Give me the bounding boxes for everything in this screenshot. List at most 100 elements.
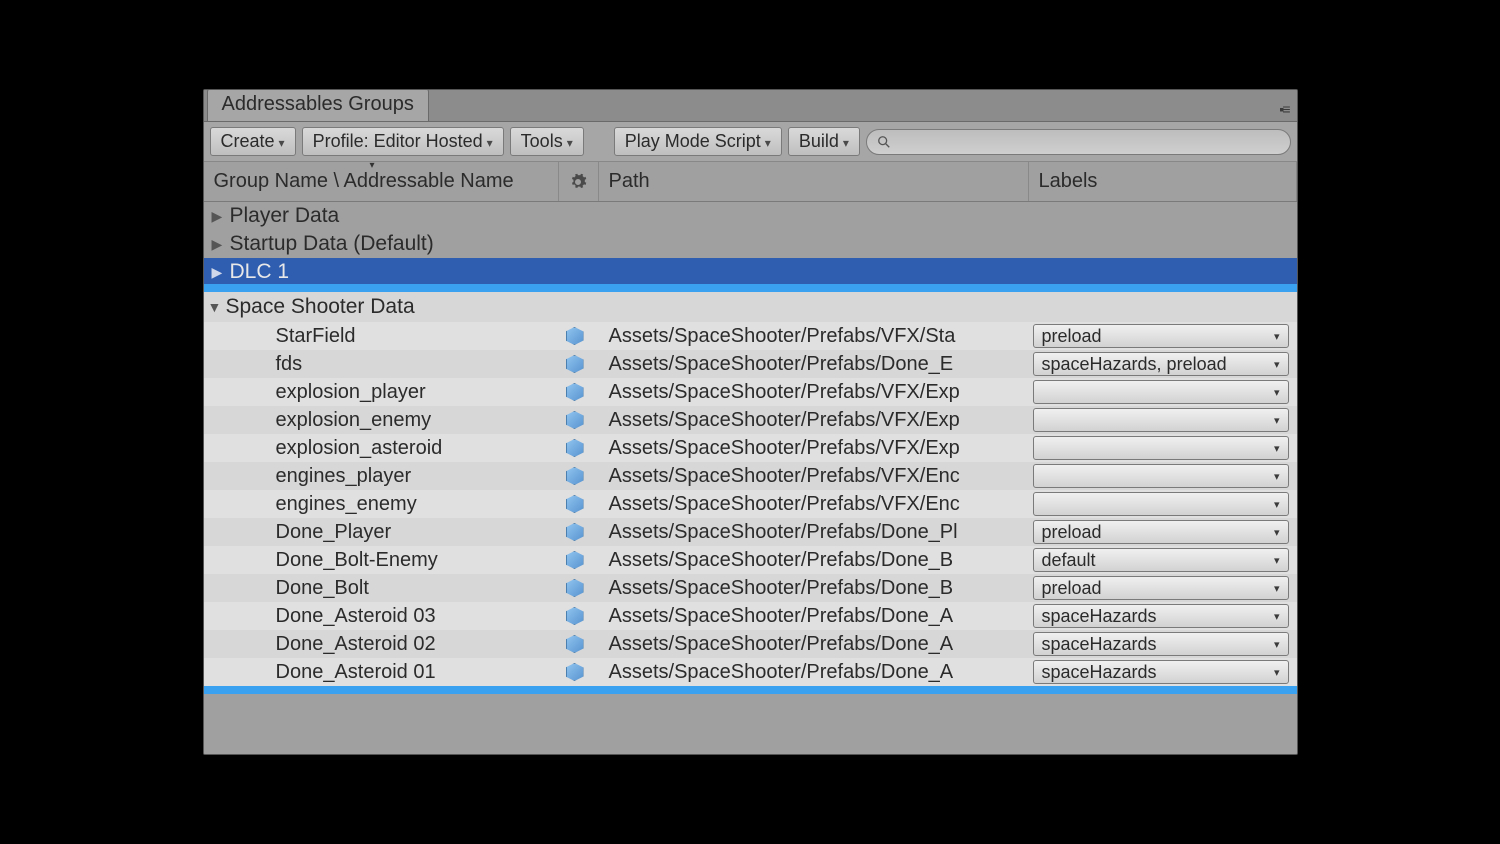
item-name: fds bbox=[203, 353, 555, 376]
prefab-icon bbox=[555, 523, 595, 541]
prefab-icon bbox=[555, 467, 595, 485]
table-row[interactable]: Done_Asteroid 03 Assets/SpaceShooter/Pref… bbox=[203, 602, 1298, 630]
item-name: Done_Asteroid 02 bbox=[203, 633, 555, 656]
item-path: Assets/SpaceShooter/Prefabs/VFX/Enc bbox=[595, 493, 1033, 516]
labels-dropdown[interactable]: preload bbox=[1033, 324, 1289, 348]
tab-addressables-groups[interactable]: Addressables Groups bbox=[207, 89, 429, 121]
tools-label: Tools bbox=[521, 131, 563, 152]
item-path: Assets/SpaceShooter/Prefabs/VFX/Exp bbox=[595, 437, 1033, 460]
playmode-button[interactable]: Play Mode Script bbox=[614, 127, 782, 156]
collapse-icon: ▼ bbox=[208, 299, 222, 315]
labels-dropdown[interactable]: spaceHazards bbox=[1033, 604, 1289, 628]
prefab-icon bbox=[555, 355, 595, 373]
expand-icon: ▶ bbox=[212, 264, 226, 281]
item-path: Assets/SpaceShooter/Prefabs/Done_A bbox=[595, 661, 1033, 684]
table-row[interactable]: Done_Bolt-Enemy Assets/SpaceShooter/Prefa… bbox=[203, 546, 1298, 574]
labels-dropdown[interactable] bbox=[1033, 492, 1289, 516]
table-row[interactable]: Done_Bolt Assets/SpaceShooter/Prefabs/Don… bbox=[203, 574, 1298, 602]
table-row[interactable]: engines_playerAssets/SpaceShooter/Prefab… bbox=[203, 462, 1298, 490]
labels-dropdown[interactable]: preload bbox=[1033, 576, 1289, 600]
item-path: Assets/SpaceShooter/Prefabs/Done_B bbox=[595, 577, 1033, 600]
item-path: Assets/SpaceShooter/Prefabs/Done_E bbox=[595, 353, 1033, 376]
tree: ▶ Player Data ▶ Startup Data (Default) ▶… bbox=[204, 202, 1297, 754]
labels-dropdown[interactable] bbox=[1033, 464, 1289, 488]
create-label: Create bbox=[221, 131, 275, 152]
labels-dropdown[interactable]: default bbox=[1033, 548, 1289, 572]
item-name: Done_Bolt-Enemy bbox=[203, 549, 555, 572]
table-row[interactable]: StarField Assets/SpaceShooter/Prefabs/VFX… bbox=[203, 322, 1298, 350]
group-startup-data[interactable]: ▶ Startup Data (Default) bbox=[204, 230, 1297, 258]
build-label: Build bbox=[799, 131, 839, 152]
table-row[interactable]: fds Assets/SpaceShooter/Prefabs/Done_Espa… bbox=[203, 350, 1298, 378]
playmode-label: Play Mode Script bbox=[625, 131, 761, 152]
table-row[interactable]: engines_enemy Assets/SpaceShooter/Prefabs… bbox=[203, 490, 1298, 518]
item-name: Done_Player bbox=[203, 521, 555, 544]
column-headers: Group Name \ Addressable Name ▾ Path Lab… bbox=[204, 162, 1297, 202]
prefab-icon bbox=[555, 439, 595, 457]
search-input[interactable] bbox=[866, 129, 1291, 155]
tab-bar: Addressables Groups ▪≡ bbox=[204, 90, 1297, 122]
group-label: Space Shooter Data bbox=[226, 295, 415, 319]
item-path: Assets/SpaceShooter/Prefabs/VFX/Exp bbox=[595, 381, 1033, 404]
profile-label: Profile: Editor Hosted bbox=[313, 131, 483, 152]
sort-indicator-icon: ▾ bbox=[370, 160, 375, 171]
prefab-icon bbox=[555, 663, 595, 681]
prefab-icon bbox=[555, 383, 595, 401]
item-name: StarField bbox=[203, 325, 555, 348]
column-icon[interactable] bbox=[559, 162, 599, 201]
labels-dropdown[interactable] bbox=[1033, 408, 1289, 432]
item-name: Done_Bolt bbox=[203, 577, 555, 600]
prefab-icon bbox=[555, 327, 595, 345]
items-list: StarField Assets/SpaceShooter/Prefabs/VFX… bbox=[203, 322, 1298, 686]
item-name: Done_Asteroid 01 bbox=[203, 661, 555, 684]
group-dlc1[interactable]: ▶ DLC 1 bbox=[204, 258, 1297, 286]
group-player-data[interactable]: ▶ Player Data bbox=[204, 202, 1297, 230]
labels-dropdown[interactable]: spaceHazards, preload bbox=[1033, 352, 1289, 376]
create-button[interactable]: Create bbox=[210, 127, 296, 156]
chevron-down-icon bbox=[843, 131, 849, 152]
item-path: Assets/SpaceShooter/Prefabs/VFX/Sta bbox=[595, 325, 1033, 348]
table-row[interactable]: explosion_enemy Assets/SpaceShooter/Prefa… bbox=[203, 406, 1298, 434]
item-path: Assets/SpaceShooter/Prefabs/VFX/Exp bbox=[595, 409, 1033, 432]
group-label: DLC 1 bbox=[230, 260, 290, 284]
table-row[interactable]: Done_Asteroid 01 Assets/SpaceShooter/Pref… bbox=[203, 658, 1298, 686]
item-path: Assets/SpaceShooter/Prefabs/Done_A bbox=[595, 605, 1033, 628]
column-path[interactable]: Path bbox=[599, 162, 1029, 201]
table-row[interactable]: explosion_player Assets/SpaceShooter/Pref… bbox=[203, 378, 1298, 406]
labels-dropdown[interactable]: spaceHazards bbox=[1033, 632, 1289, 656]
item-name: engines_enemy bbox=[203, 493, 555, 516]
item-path: Assets/SpaceShooter/Prefabs/Done_B bbox=[595, 549, 1033, 572]
item-name: explosion_asteroid bbox=[203, 437, 555, 460]
chevron-down-icon bbox=[765, 131, 771, 152]
profile-button[interactable]: Profile: Editor Hosted bbox=[302, 127, 504, 156]
window-menu-icon[interactable]: ▪≡ bbox=[1279, 101, 1296, 121]
prefab-icon bbox=[555, 551, 595, 569]
toolbar: Create Profile: Editor Hosted Tools Play… bbox=[204, 122, 1297, 162]
item-name: explosion_player bbox=[203, 381, 555, 404]
chevron-down-icon bbox=[279, 131, 285, 152]
tools-button[interactable]: Tools bbox=[510, 127, 584, 156]
item-name: Done_Asteroid 03 bbox=[203, 605, 555, 628]
expand-icon: ▶ bbox=[212, 236, 226, 253]
group-space-shooter[interactable]: ▼ Space Shooter Data bbox=[203, 292, 1298, 322]
item-name: explosion_enemy bbox=[203, 409, 555, 432]
labels-dropdown[interactable]: preload bbox=[1033, 520, 1289, 544]
prefab-icon bbox=[555, 607, 595, 625]
labels-dropdown[interactable] bbox=[1033, 380, 1289, 404]
chevron-down-icon bbox=[567, 131, 573, 152]
group-label: Startup Data (Default) bbox=[230, 232, 434, 256]
column-labels[interactable]: Labels bbox=[1029, 162, 1297, 201]
addressables-window: Addressables Groups ▪≡ Create Profile: E… bbox=[203, 89, 1298, 755]
prefab-icon bbox=[555, 579, 595, 597]
labels-dropdown[interactable] bbox=[1033, 436, 1289, 460]
item-path: Assets/SpaceShooter/Prefabs/VFX/Enc bbox=[595, 465, 1033, 488]
table-row[interactable]: explosion_asteroid Assets/SpaceShooter/Pr… bbox=[203, 434, 1298, 462]
table-row[interactable]: Done_Player Assets/SpaceShooter/Prefabs/D… bbox=[203, 518, 1298, 546]
build-button[interactable]: Build bbox=[788, 127, 860, 156]
table-row[interactable]: Done_Asteroid 02Assets/SpaceShooter/Pref… bbox=[203, 630, 1298, 658]
gear-icon bbox=[569, 173, 587, 191]
item-path: Assets/SpaceShooter/Prefabs/Done_Pl bbox=[595, 521, 1033, 544]
column-name[interactable]: Group Name \ Addressable Name ▾ bbox=[204, 162, 559, 201]
labels-dropdown[interactable]: spaceHazards bbox=[1033, 660, 1289, 684]
chevron-down-icon bbox=[487, 131, 493, 152]
